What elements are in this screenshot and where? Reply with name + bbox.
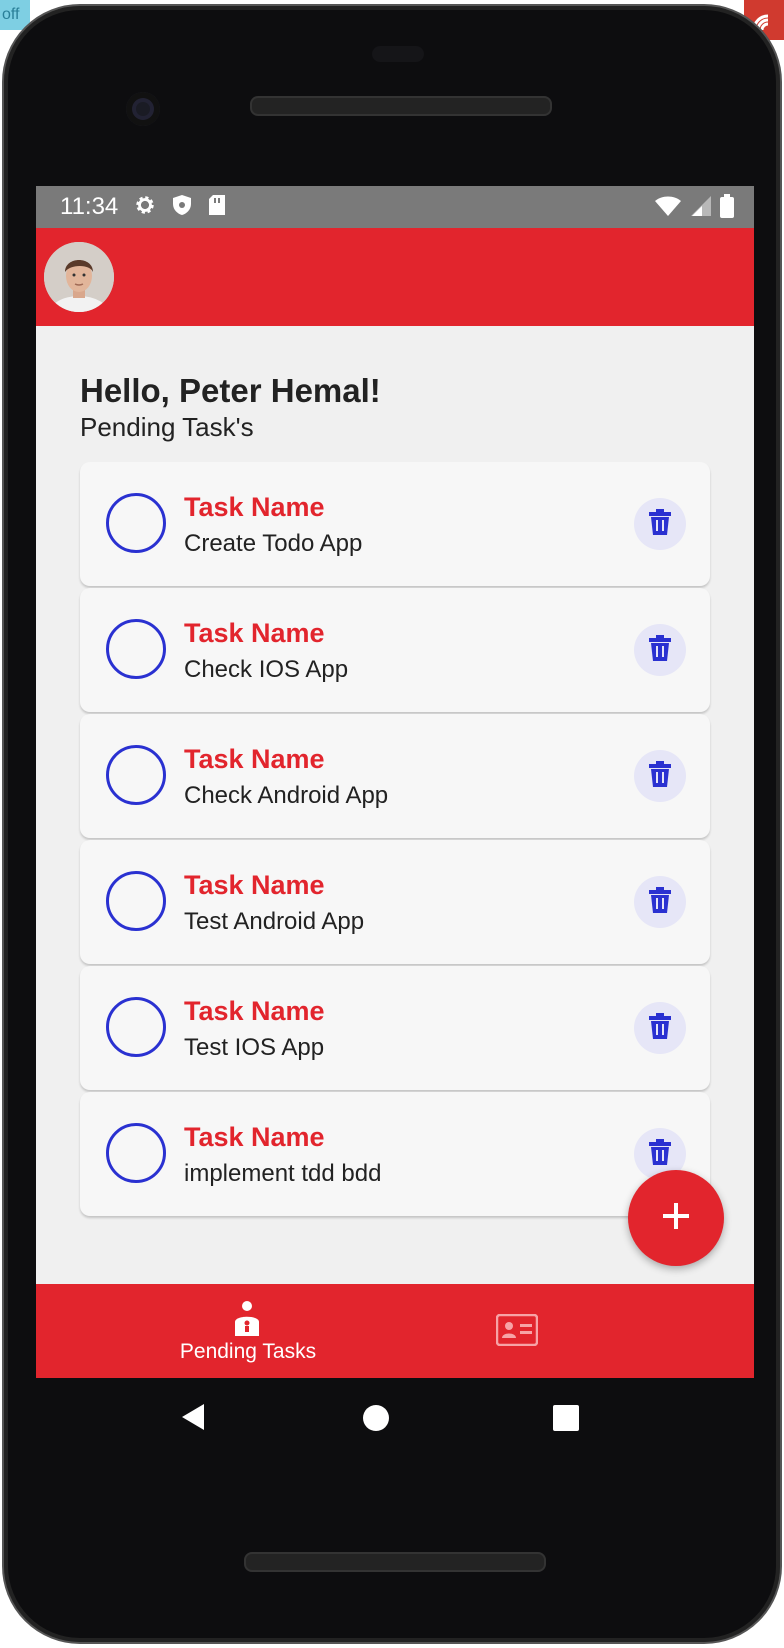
pending-subtitle: Pending Task's	[80, 412, 254, 442]
delete-task-button[interactable]	[634, 876, 686, 928]
add-task-button[interactable]	[628, 1170, 724, 1266]
task-title: Task Name	[184, 870, 325, 900]
wifi-icon	[654, 195, 682, 222]
settings-gear-icon	[134, 194, 156, 221]
task-title: Task Name	[184, 618, 325, 648]
id-card-icon	[495, 1313, 539, 1351]
plus-icon	[661, 1201, 691, 1236]
task-description: implement tdd bdd	[184, 1160, 382, 1187]
task-checkbox[interactable]	[106, 997, 166, 1057]
task-card[interactable]: Task Name implement tdd bdd	[80, 1092, 710, 1216]
task-card[interactable]: Task Name Create Todo App	[80, 462, 710, 586]
task-checkbox[interactable]	[106, 745, 166, 805]
signal-icon	[690, 195, 712, 222]
system-navigation-bar	[36, 1378, 754, 1458]
nav-pending-label: Pending Tasks	[179, 1340, 317, 1363]
task-checkbox[interactable]	[106, 493, 166, 553]
task-description: Check Android App	[184, 782, 389, 809]
task-card[interactable]: Task Name Test Android App	[80, 840, 710, 964]
battery-icon	[720, 194, 734, 223]
task-list: Task Name Create Todo App Task Name Chec…	[80, 462, 710, 1218]
task-card[interactable]: Task Name Check Android App	[80, 714, 710, 838]
front-camera	[126, 92, 160, 126]
recents-icon[interactable]	[552, 1404, 580, 1437]
trash-icon	[649, 886, 671, 918]
sd-card-icon	[208, 194, 226, 221]
greeting-title: Hello, Peter Hemal!	[80, 372, 381, 409]
shield-icon	[172, 194, 192, 221]
back-icon[interactable]	[180, 1402, 206, 1437]
bottom-speaker	[244, 1552, 546, 1572]
trash-icon	[649, 634, 671, 666]
task-title: Task Name	[184, 1122, 325, 1152]
trash-icon	[649, 1138, 671, 1170]
status-bar: 11:34	[36, 186, 754, 228]
task-card[interactable]: Task Name Test IOS App	[80, 966, 710, 1090]
phone-sensor	[372, 46, 424, 62]
trash-icon	[649, 1012, 671, 1044]
bottom-navigation: Pending Tasks	[36, 1284, 754, 1378]
task-checkbox[interactable]	[106, 1123, 166, 1183]
nav-profile[interactable]	[466, 1284, 586, 1378]
trash-icon	[649, 760, 671, 792]
task-description: Test IOS App	[184, 1034, 325, 1061]
delete-task-button[interactable]	[634, 1002, 686, 1054]
app-screen: 11:34 Hello, Peter Hemal! Pending Task's…	[36, 186, 754, 1378]
trash-icon	[649, 508, 671, 540]
person-icon	[232, 1300, 262, 1341]
task-description: Check IOS App	[184, 656, 349, 683]
task-checkbox[interactable]	[106, 871, 166, 931]
delete-task-button[interactable]	[634, 498, 686, 550]
home-icon[interactable]	[362, 1404, 390, 1437]
delete-task-button[interactable]	[634, 624, 686, 676]
user-avatar[interactable]	[44, 242, 114, 312]
task-description: Create Todo App	[184, 530, 363, 557]
task-title: Task Name	[184, 996, 325, 1026]
task-title: Task Name	[184, 492, 325, 522]
delete-task-button[interactable]	[634, 750, 686, 802]
task-checkbox[interactable]	[106, 619, 166, 679]
app-bar	[36, 228, 754, 326]
task-title: Task Name	[184, 744, 325, 774]
task-description: Test Android App	[184, 908, 365, 935]
status-time: 11:34	[60, 193, 119, 220]
task-card[interactable]: Task Name Check IOS App	[80, 588, 710, 712]
top-speaker	[250, 96, 552, 116]
nav-pending-tasks[interactable]: Pending Tasks	[140, 1284, 356, 1378]
